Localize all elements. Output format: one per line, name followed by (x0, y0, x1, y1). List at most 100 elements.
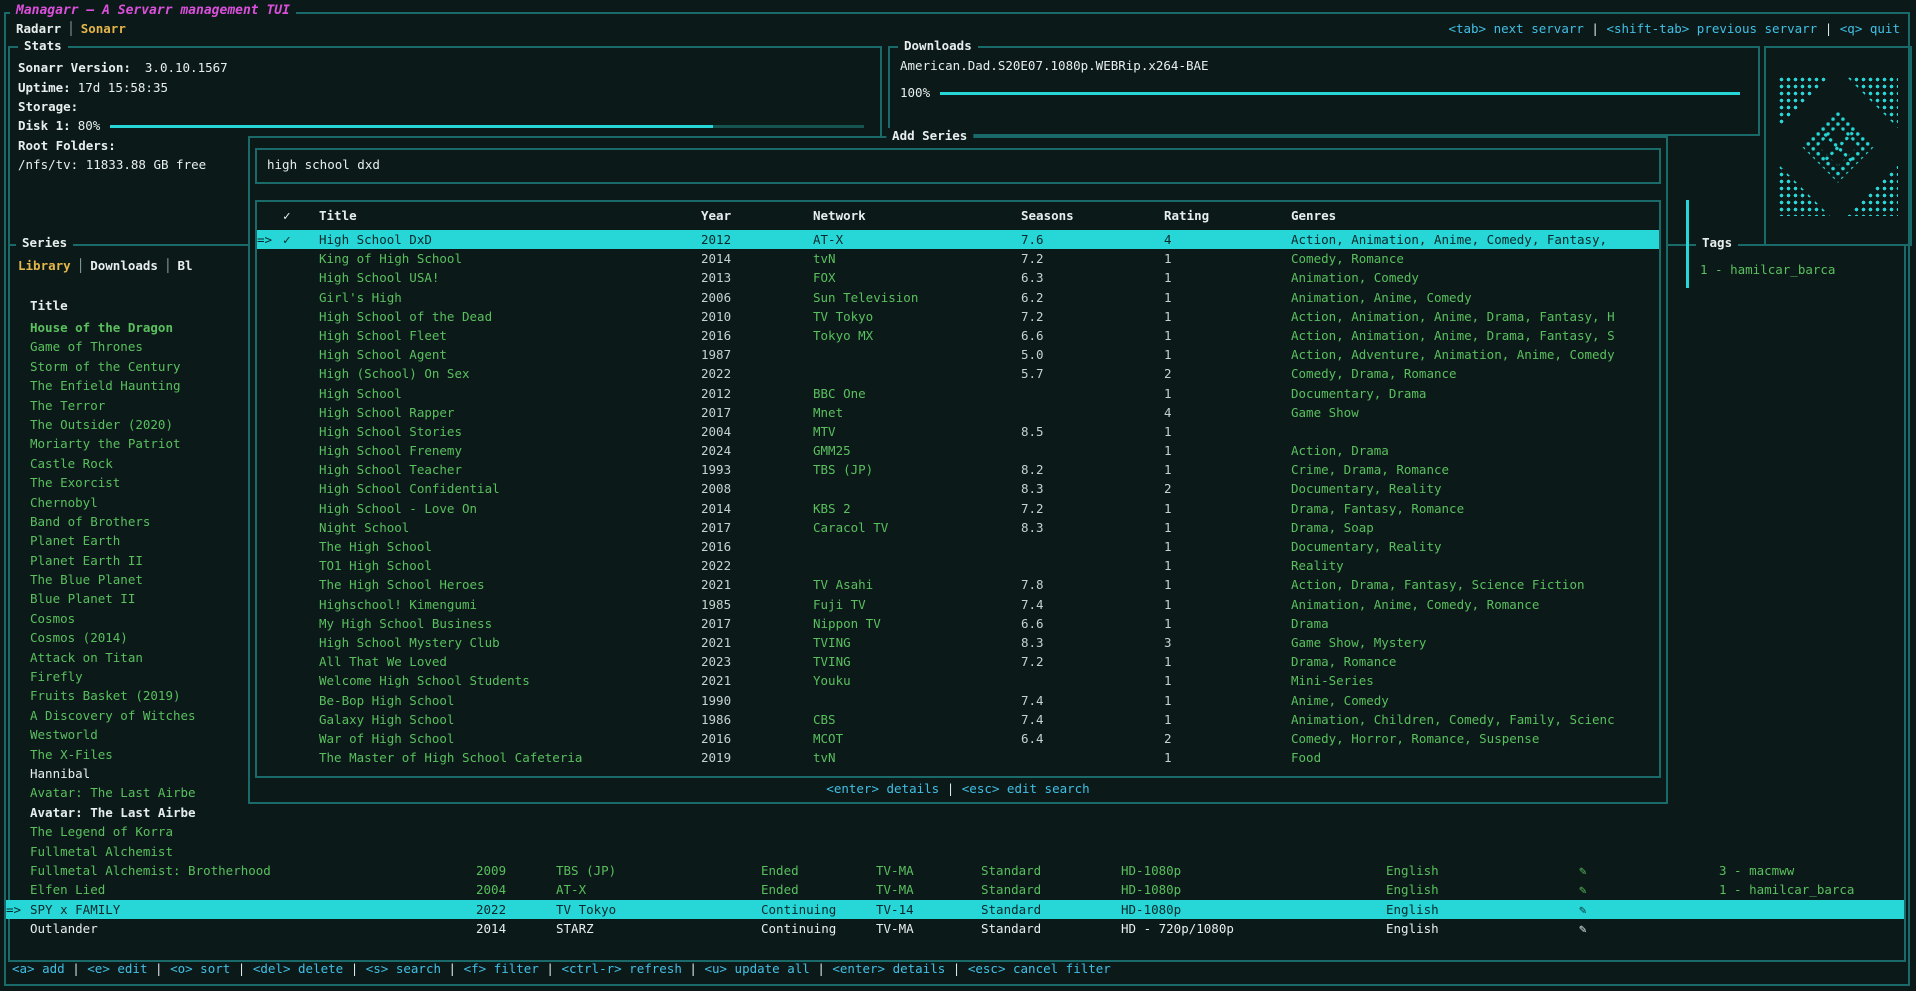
series-row-title[interactable]: The Enfield Haunting (6, 376, 242, 395)
keybind-edit[interactable]: <e> edit (87, 961, 147, 976)
series-tab-library[interactable]: Library (18, 258, 71, 273)
cell-language: English (1386, 900, 1579, 919)
series-row-title[interactable]: The Blue Planet (6, 570, 242, 589)
search-result-row[interactable]: War of High School2016MCOT6.42Comedy, Ho… (257, 729, 1659, 748)
search-result-row[interactable]: Galaxy High School1986CBS7.41Animation, … (257, 710, 1659, 729)
cell-network: Sun Television (813, 288, 1021, 307)
series-row-title[interactable]: Attack on Titan (6, 648, 242, 667)
series-row-title[interactable]: Fullmetal Alchemist (6, 842, 242, 861)
search-result-row[interactable]: High School Confidential20088.32Document… (257, 479, 1659, 498)
series-row-title[interactable]: Blue Planet II (6, 589, 242, 608)
keybind-filter[interactable]: <f> filter (464, 961, 539, 976)
keybind-details[interactable]: <enter> details (826, 781, 939, 796)
keybind-previous-servarr[interactable]: <shift-tab> previous servarr (1606, 21, 1817, 36)
search-result-row[interactable]: The Master of High School Cafeteria2019t… (257, 748, 1659, 767)
series-row-title[interactable]: The Legend of Korra (6, 822, 242, 841)
series-row-title[interactable]: Chernobyl (6, 493, 242, 512)
keybind-delete[interactable]: <del> delete (253, 961, 343, 976)
search-result-row[interactable]: King of High School2014tvN7.21Comedy, Ro… (257, 249, 1659, 268)
search-result-row[interactable]: High School - Love On2014KBS 27.21Drama,… (257, 499, 1659, 518)
series-row-title[interactable]: The Exorcist (6, 473, 242, 492)
in-library-check-icon (283, 575, 319, 594)
search-result-row[interactable]: The High School Heroes2021TV Asahi7.81Ac… (257, 575, 1659, 594)
series-row-title[interactable]: Fruits Basket (2019) (6, 686, 242, 705)
keybind-refresh[interactable]: <ctrl-r> refresh (561, 961, 681, 976)
series-row-title[interactable]: Band of Brothers (6, 512, 242, 531)
keybind-add[interactable]: <a> add (12, 961, 65, 976)
logo-panel (1764, 46, 1912, 246)
cell-genres: Game Show, Mystery (1291, 633, 1659, 652)
series-row-title[interactable]: Storm of the Century (6, 357, 242, 376)
scrollbar-thumb[interactable] (1686, 200, 1689, 288)
tab-sonarr[interactable]: Sonarr (81, 21, 126, 36)
cell-year: 2009 (476, 861, 556, 880)
series-row-title[interactable]: A Discovery of Witches (6, 706, 242, 725)
series-row[interactable]: =>SPY x FAMILY2022TV TokyoContinuingTV-1… (6, 900, 1904, 919)
series-row[interactable]: Outlander2014STARZContinuingTV-MAStandar… (6, 919, 1904, 938)
series-row-title[interactable]: Moriarty the Patriot (6, 434, 242, 453)
series-row[interactable]: Fullmetal Alchemist: Brotherhood2009TBS … (6, 861, 1904, 880)
cell-network: Fuji TV (813, 595, 1021, 614)
search-result-row[interactable]: High School2012BBC One1Documentary, Dram… (257, 384, 1659, 403)
search-result-row[interactable]: =>✓High School DxD2012AT-X7.64Action, An… (257, 230, 1659, 249)
keybind-sort[interactable]: <o> sort (170, 961, 230, 976)
keybind-edit-search[interactable]: <esc> edit search (962, 781, 1090, 796)
search-result-row[interactable]: TO1 High School20221Reality (257, 556, 1659, 575)
series-row-title[interactable]: Cosmos (2014) (6, 628, 242, 647)
search-result-row[interactable]: High (School) On Sex20225.72Comedy, Dram… (257, 364, 1659, 383)
search-result-row[interactable]: Girl's High2006Sun Television6.21Animati… (257, 288, 1659, 307)
series-row-title[interactable]: Westworld (6, 725, 242, 744)
tab-separator: │ (158, 258, 178, 273)
uptime-label: Uptime: (18, 80, 71, 95)
search-result-row[interactable]: My High School Business2017Nippon TV6.61… (257, 614, 1659, 633)
search-result-row[interactable]: High School Stories2004MTV8.51 (257, 422, 1659, 441)
series-row-title[interactable]: Cosmos (6, 609, 242, 628)
cell-year: 2014 (701, 249, 813, 268)
search-result-row[interactable]: High School USA!2013FOX6.31Animation, Co… (257, 268, 1659, 287)
series-row-title[interactable]: House of the Dragon (6, 318, 242, 337)
cell-network (813, 556, 1021, 575)
series-tab-blocklist[interactable]: Bl (177, 258, 192, 273)
search-result-row[interactable]: High School of the Dead2010TV Tokyo7.21A… (257, 307, 1659, 326)
search-result-row[interactable]: High School Frenemy2024GMM251Action, Dra… (257, 441, 1659, 460)
series-row-title[interactable]: Firefly (6, 667, 242, 686)
search-result-row[interactable]: Welcome High School Students2021Youku1Mi… (257, 671, 1659, 690)
download-item[interactable]: American.Dad.S20E07.1080p.WEBRip.x264-BA… (900, 56, 1748, 75)
search-result-row[interactable]: Night School2017Caracol TV8.31Drama, Soa… (257, 518, 1659, 537)
keybind-next-servarr[interactable]: <tab> next servarr (1448, 21, 1583, 36)
series-row-title[interactable]: Castle Rock (6, 454, 242, 473)
keybind-details[interactable]: <enter> details (832, 961, 945, 976)
cell-genres: Animation, Anime, Comedy, Romance (1291, 595, 1659, 614)
series-row-title[interactable]: Avatar: The Last Airbe (6, 783, 242, 802)
series-row-title[interactable]: The Terror (6, 396, 242, 415)
cell-title: High School Teacher (319, 460, 701, 479)
search-result-row[interactable]: High School Teacher1993TBS (JP)8.21Crime… (257, 460, 1659, 479)
search-result-row[interactable]: High School Agent19875.01Action, Adventu… (257, 345, 1659, 364)
series-tab-downloads[interactable]: Downloads (90, 258, 158, 273)
series-row[interactable]: Elfen Lied2004AT-XEndedTV-MAStandardHD-1… (6, 880, 1904, 899)
search-result-row[interactable]: The High School20161Documentary, Reality (257, 537, 1659, 556)
add-series-title: Add Series (886, 128, 973, 143)
series-row-title[interactable]: Planet Earth II (6, 551, 242, 570)
series-row-title[interactable]: Game of Thrones (6, 337, 242, 356)
add-series-search-input[interactable]: high school dxd (255, 148, 1661, 184)
series-row-title[interactable]: The Outsider (2020) (6, 415, 242, 434)
cell-network: MCOT (813, 729, 1021, 748)
search-result-row[interactable]: High School Rapper2017Mnet4Game Show (257, 403, 1659, 422)
keybind-cancel-filter[interactable]: <esc> cancel filter (968, 961, 1111, 976)
search-result-row[interactable]: Be-Bop High School19907.41Anime, Comedy (257, 691, 1659, 710)
series-row-title[interactable]: The X-Files (6, 745, 242, 764)
keybind-quit[interactable]: <q> quit (1840, 21, 1900, 36)
search-result-row[interactable]: Highschool! Kimengumi1985Fuji TV7.41Anim… (257, 595, 1659, 614)
search-result-row[interactable]: High School Mystery Club2021TVING8.33Gam… (257, 633, 1659, 652)
series-row-title[interactable]: Avatar: The Last Airbe (6, 803, 242, 822)
cell-network (813, 479, 1021, 498)
keybind-search[interactable]: <s> search (366, 961, 441, 976)
keybind-update-all[interactable]: <u> update all (704, 961, 809, 976)
tab-radarr[interactable]: Radarr (16, 21, 61, 36)
search-result-row[interactable]: All That We Loved2023TVING7.21Drama, Rom… (257, 652, 1659, 671)
selection-marker (257, 633, 283, 652)
series-row-title[interactable]: Planet Earth (6, 531, 242, 550)
series-row-title[interactable]: Hannibal (6, 764, 242, 783)
search-result-row[interactable]: High School Fleet2016Tokyo MX6.61Action,… (257, 326, 1659, 345)
